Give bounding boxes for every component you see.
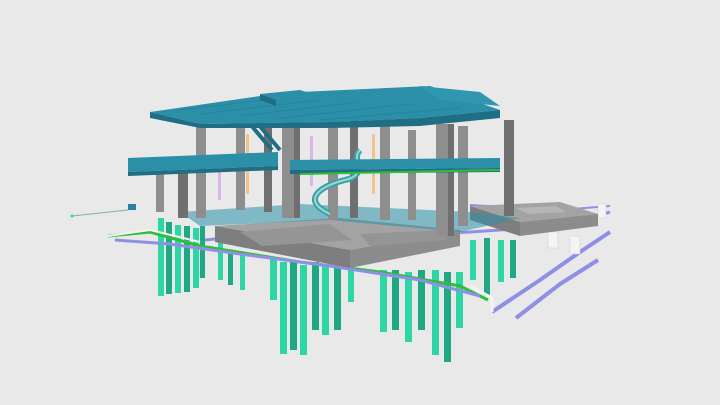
bim-model-render [70, 86, 612, 362]
model-viewport[interactable] [0, 0, 720, 405]
